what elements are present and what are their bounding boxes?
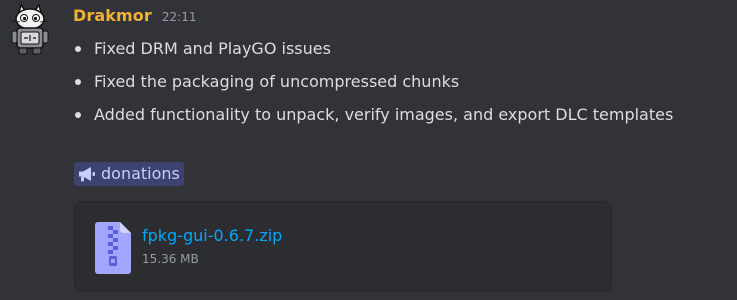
message-header: Drakmor 22:11 (73, 6, 196, 28)
list-item: Fixed DRM and PlayGO issues (73, 36, 673, 69)
bullet-icon (75, 79, 81, 85)
file-attachment: fpkg-gui-0.6.7.zip 15.36 MB (74, 201, 612, 292)
list-item: Fixed the packaging of uncompressed chun… (73, 69, 673, 102)
bullet-icon (75, 46, 81, 52)
changelog-list: Fixed DRM and PlayGO issues Fixed the pa… (73, 36, 673, 135)
megaphone-icon (79, 167, 95, 182)
username[interactable]: Drakmor (73, 6, 152, 25)
chat-message: Drakmor 22:11 Fixed DRM and PlayGO issue… (0, 0, 737, 300)
zip-file-icon[interactable] (95, 222, 131, 274)
list-item-text: Fixed the packaging of uncompressed chun… (94, 72, 460, 91)
timestamp[interactable]: 22:11 (162, 10, 197, 24)
channel-mention-donations[interactable]: donations (74, 162, 184, 186)
channel-mention-label: donations (101, 164, 180, 183)
user-avatar[interactable] (10, 4, 50, 56)
list-item: Added functionality to unpack, verify im… (73, 102, 673, 135)
list-item-text: Added functionality to unpack, verify im… (94, 105, 674, 124)
file-size: 15.36 MB (142, 252, 199, 266)
list-item-text: Fixed DRM and PlayGO issues (94, 39, 331, 58)
bullet-icon (75, 112, 81, 118)
file-download-link[interactable]: fpkg-gui-0.6.7.zip (142, 226, 282, 245)
